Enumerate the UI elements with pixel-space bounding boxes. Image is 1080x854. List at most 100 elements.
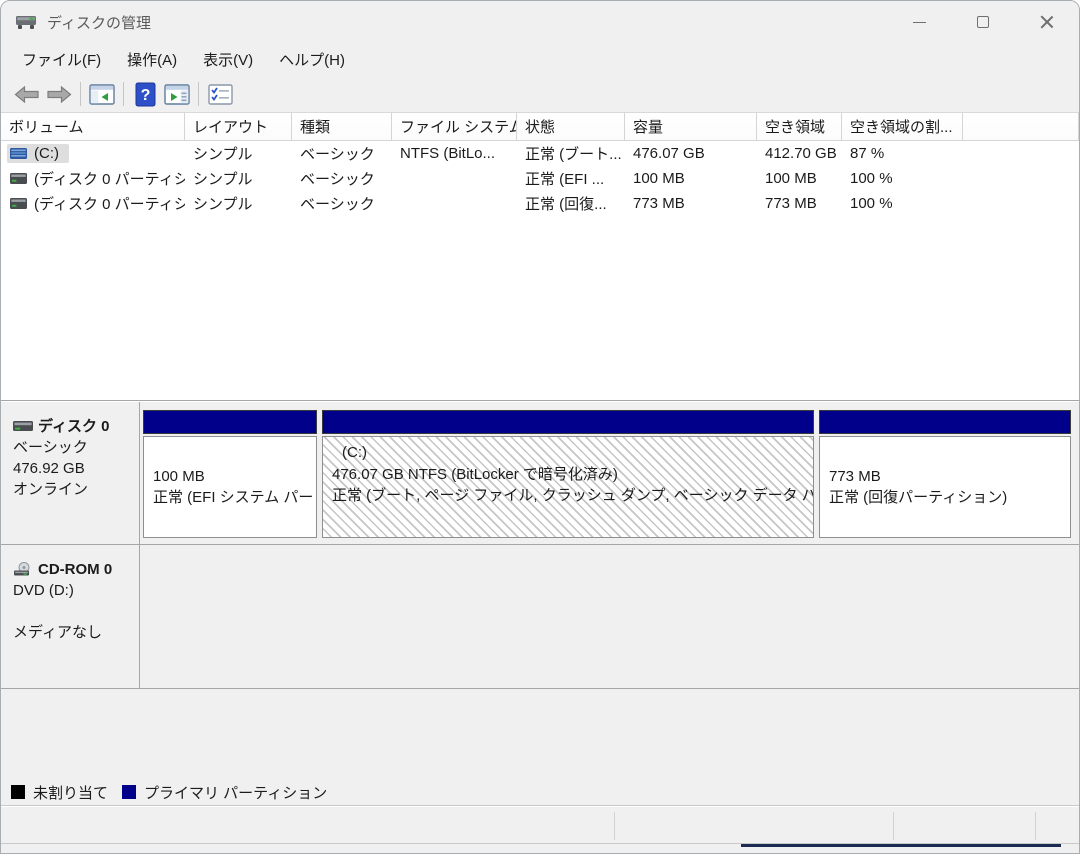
disk0-partitions: 100 MB 正常 (EFI システム パー (C:) 476.07 GB NT… (140, 402, 1079, 544)
minimize-icon (912, 21, 926, 23)
close-button[interactable] (1015, 1, 1079, 43)
cdrom-name: CD-ROM 0 (38, 561, 113, 578)
volume-disk-icon (10, 198, 27, 209)
column-header-blank (963, 113, 1079, 140)
legend-primary-label: プライマリ パーティション (144, 784, 328, 802)
cell-capacity: 100 MB (633, 170, 685, 187)
cell-percent: 87 % (850, 145, 885, 162)
cell-status: 正常 (回復... (525, 196, 607, 213)
cell-percent: 100 % (850, 195, 893, 212)
menu-help[interactable]: ヘルプ(H) (266, 45, 358, 74)
show-action-pane-button[interactable] (161, 79, 193, 109)
action-pane-icon (164, 83, 190, 105)
cell-capacity: 476.07 GB (633, 145, 705, 162)
legend-unallocated-label: 未割り当て (33, 784, 109, 802)
cell-status: 正常 (EFI ... (525, 171, 605, 188)
volume-row-c[interactable]: (C:) シンプル ベーシック NTFS (BitLo... 正常 (ブート..… (1, 141, 1079, 166)
column-header-free-space[interactable]: 空き領域 (757, 113, 842, 140)
column-header-status[interactable]: 状態 (517, 113, 625, 140)
show-console-tree-button[interactable] (86, 79, 118, 109)
volume-name: (C:) (34, 145, 59, 162)
disk0-type: ベーシック (13, 439, 88, 456)
cdrom-media-status: メディアなし (13, 624, 102, 641)
properties-icon (207, 83, 233, 105)
column-header-capacity[interactable]: 容量 (625, 113, 757, 140)
column-header-filesystem[interactable]: ファイル システム (392, 113, 517, 140)
cell-free: 773 MB (765, 195, 817, 212)
menubar: ファイル(F) 操作(A) 表示(V) ヘルプ(H) (1, 43, 1079, 76)
column-header-free-percent[interactable]: 空き領域の割... (842, 113, 963, 140)
partition-status: 正常 (ブート, ページ ファイル, クラッシュ ダンプ, ベーシック データ … (332, 487, 813, 504)
maximize-button[interactable] (951, 1, 1015, 43)
window-title: ディスクの管理 (47, 14, 151, 32)
cdrom-empty-area (140, 545, 1079, 688)
column-header-volume[interactable]: ボリューム (1, 113, 185, 140)
partition-c[interactable]: (C:) 476.07 GB NTFS (BitLocker で暗号化済み) 正… (322, 410, 814, 538)
back-icon (14, 85, 39, 103)
partition-color-bar (322, 410, 814, 434)
status-cell (4, 812, 615, 840)
taskbar-peek-strip (741, 844, 1061, 847)
cell-type: ベーシック (300, 196, 375, 213)
cell-status: 正常 (ブート... (525, 146, 622, 163)
cell-layout: シンプル (193, 196, 253, 213)
partition-size: 100 MB (153, 467, 205, 485)
cell-filesystem (392, 166, 517, 191)
cell-filesystem (392, 191, 517, 216)
properties-button[interactable] (204, 79, 236, 109)
partition-efi[interactable]: 100 MB 正常 (EFI システム パー (143, 410, 317, 538)
cell-percent: 100 % (850, 170, 893, 187)
column-header-layout[interactable]: レイアウト (185, 113, 292, 140)
graph-empty-space (1, 689, 1079, 780)
console-tree-icon (89, 83, 115, 105)
unallocated-swatch (11, 785, 25, 799)
partition-size: 476.07 GB NTFS (BitLocker で暗号化済み) (332, 465, 618, 483)
forward-button[interactable] (43, 79, 75, 109)
toolbar-separator (198, 82, 199, 106)
disk0-row: ディスク 0 ベーシック 476.92 GB オンライン 100 MB 正常 (… (1, 402, 1079, 545)
volume-row-recovery[interactable]: (ディスク 0 パーティシ... シンプル ベーシック 正常 (回復... 77… (1, 191, 1079, 216)
disk0-size: 476.92 GB (13, 460, 85, 477)
cell-type: ベーシック (300, 171, 375, 188)
partition-size: 773 MB (829, 467, 881, 485)
back-button[interactable] (11, 79, 43, 109)
menu-view[interactable]: 表示(V) (190, 45, 266, 74)
volume-list-header: ボリューム レイアウト 種類 ファイル システム 状態 容量 空き領域 空き領域… (1, 113, 1079, 141)
partition-label: (C:) (342, 444, 367, 461)
toolbar: ? (1, 76, 1079, 113)
volume-name: (ディスク 0 パーティシ... (34, 196, 185, 213)
help-button[interactable]: ? (129, 79, 161, 109)
help-icon: ? (135, 82, 155, 106)
disk0-header-panel[interactable]: ディスク 0 ベーシック 476.92 GB オンライン (1, 402, 140, 544)
cdrom-row: CD-ROM 0 DVD (D:) メディアなし (1, 545, 1079, 689)
cell-free: 100 MB (765, 170, 817, 187)
status-cell (1036, 812, 1076, 840)
cell-layout: シンプル (193, 146, 253, 163)
disk-drive-icon (13, 421, 33, 431)
cdrom-drive: DVD (D:) (13, 582, 74, 599)
close-icon (1040, 15, 1054, 29)
column-header-type[interactable]: 種類 (292, 113, 392, 140)
menu-action[interactable]: 操作(A) (114, 45, 190, 74)
cell-layout: シンプル (193, 171, 253, 188)
partition-status: 正常 (回復パーティション) (829, 489, 1008, 506)
volume-row-efi[interactable]: (ディスク 0 パーティシ... シンプル ベーシック 正常 (EFI ... … (1, 166, 1079, 191)
cell-free: 412.70 GB (765, 145, 837, 162)
primary-partition-swatch (122, 785, 137, 799)
cell-type: ベーシック (300, 146, 375, 163)
cell-capacity: 773 MB (633, 195, 685, 212)
volume-disk-icon (10, 148, 27, 159)
disk0-status: オンライン (13, 481, 89, 498)
toolbar-separator (80, 82, 81, 106)
app-icon (15, 13, 37, 31)
disk0-name: ディスク 0 (38, 418, 110, 435)
status-cell (894, 812, 1036, 840)
minimize-button[interactable] (887, 1, 951, 43)
partition-recovery[interactable]: 773 MB 正常 (回復パーティション) (819, 410, 1071, 538)
forward-icon (47, 85, 72, 103)
svg-text:?: ? (140, 87, 150, 104)
status-bar (1, 806, 1079, 847)
menu-file[interactable]: ファイル(F) (9, 45, 114, 74)
partition-status: 正常 (EFI システム パー (153, 489, 314, 506)
cdrom-header-panel[interactable]: CD-ROM 0 DVD (D:) メディアなし (1, 545, 140, 688)
